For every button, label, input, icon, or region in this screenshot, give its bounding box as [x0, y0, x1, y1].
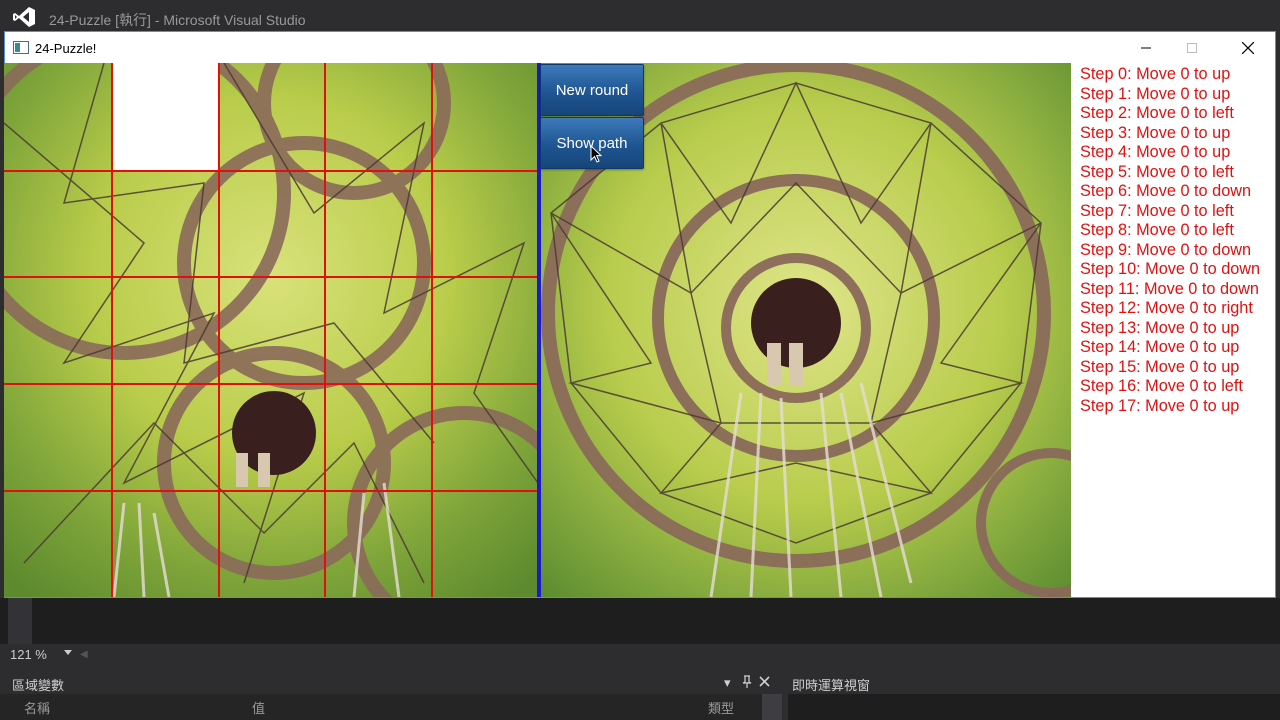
close-panel-icon[interactable] — [759, 675, 770, 690]
step-item: Step 15: Move 0 to up — [1080, 357, 1240, 376]
minimize-button[interactable] — [1123, 32, 1169, 63]
puzzle-tiles-image — [4, 63, 538, 597]
column-name[interactable]: 名稱 — [24, 698, 50, 717]
close-button[interactable] — [1225, 32, 1271, 63]
column-type[interactable]: 類型 — [708, 698, 734, 717]
app-window-icon — [13, 41, 29, 54]
grid-line — [4, 490, 538, 492]
step-item: Step 1: Move 0 to up — [1080, 84, 1231, 103]
minimize-icon — [1141, 47, 1151, 48]
grid-line — [4, 170, 538, 172]
maximize-icon — [1187, 42, 1197, 53]
locals-columns: 名稱 值 類型 — [0, 694, 782, 720]
step-item: Step 17: Move 0 to up — [1080, 396, 1240, 415]
step-item: Step 13: Move 0 to up — [1080, 318, 1240, 337]
step-item: Step 7: Move 0 to left — [1080, 201, 1234, 220]
step-item: Step 8: Move 0 to left — [1080, 221, 1234, 239]
step-item: Step 12: Move 0 to right — [1080, 299, 1253, 317]
step-item: Step 3: Move 0 to up — [1080, 123, 1231, 142]
code-editor-area[interactable] — [0, 598, 1280, 644]
empty-tile[interactable] — [112, 63, 218, 170]
editor-margin — [8, 598, 32, 644]
step-item: Step 14: Move 0 to up — [1080, 338, 1240, 356]
step-item: Step 6: Move 0 to down — [1080, 182, 1252, 200]
close-glyph — [759, 676, 770, 687]
immediate-title[interactable]: 即時運算視窗 — [792, 675, 870, 694]
step-item: Step 4: Move 0 to up — [1080, 143, 1231, 161]
immediate-panel-header: 即時運算視窗 — [788, 672, 1280, 694]
visual-studio-logo-icon — [13, 7, 35, 27]
grid-line — [431, 63, 433, 597]
grid-line — [111, 63, 113, 597]
pin-glyph — [742, 675, 752, 688]
locals-title[interactable]: 區域變數 — [12, 675, 64, 694]
vs-titlebar: 24-Puzzle [執行] - Microsoft Visual Studio — [0, 0, 1280, 32]
zoom-bar: 121 % ◀ — [0, 644, 1280, 666]
new-round-button[interactable]: New round — [540, 64, 644, 116]
immediate-window-body[interactable] — [788, 694, 1280, 720]
locals-scrollbar[interactable] — [762, 694, 782, 720]
app-titlebar: 24-Puzzle! — [5, 32, 1275, 64]
puzzle-board[interactable] — [4, 63, 538, 597]
close-icon — [1242, 41, 1254, 54]
mouse-cursor-icon — [590, 145, 603, 163]
step-item: Step 9: Move 0 to down — [1080, 240, 1252, 259]
scroll-left-icon[interactable]: ◀ — [80, 649, 88, 660]
grid-line — [4, 383, 538, 385]
grid-line — [218, 63, 220, 597]
grid-line — [324, 63, 326, 597]
zoom-dropdown-icon[interactable] — [64, 650, 72, 655]
zoom-level[interactable]: 121 % — [10, 647, 47, 662]
step-item: Step 2: Move 0 to left — [1080, 104, 1234, 122]
column-value[interactable]: 值 — [252, 698, 265, 717]
step-item: Step 16: Move 0 to left — [1080, 377, 1243, 395]
step-item: Step 0: Move 0 to up — [1080, 65, 1231, 83]
step-item: Step 5: Move 0 to left — [1080, 162, 1234, 181]
app-title: 24-Puzzle! — [35, 41, 97, 56]
maximize-button[interactable] — [1169, 32, 1215, 63]
grid-line — [4, 276, 538, 278]
steps-list: Step 0: Move 0 to up Step 1: Move 0 to u… — [1080, 65, 1260, 416]
step-item: Step 11: Move 0 to down — [1080, 279, 1259, 298]
vs-window-title: 24-Puzzle [執行] - Microsoft Visual Studio — [49, 12, 306, 28]
dropdown-icon[interactable]: ▾ — [724, 675, 731, 691]
step-item: Step 10: Move 0 to down — [1080, 260, 1261, 278]
locals-panel-header: 區域變數 ▾ — [0, 672, 782, 694]
pin-icon[interactable] — [742, 675, 752, 691]
